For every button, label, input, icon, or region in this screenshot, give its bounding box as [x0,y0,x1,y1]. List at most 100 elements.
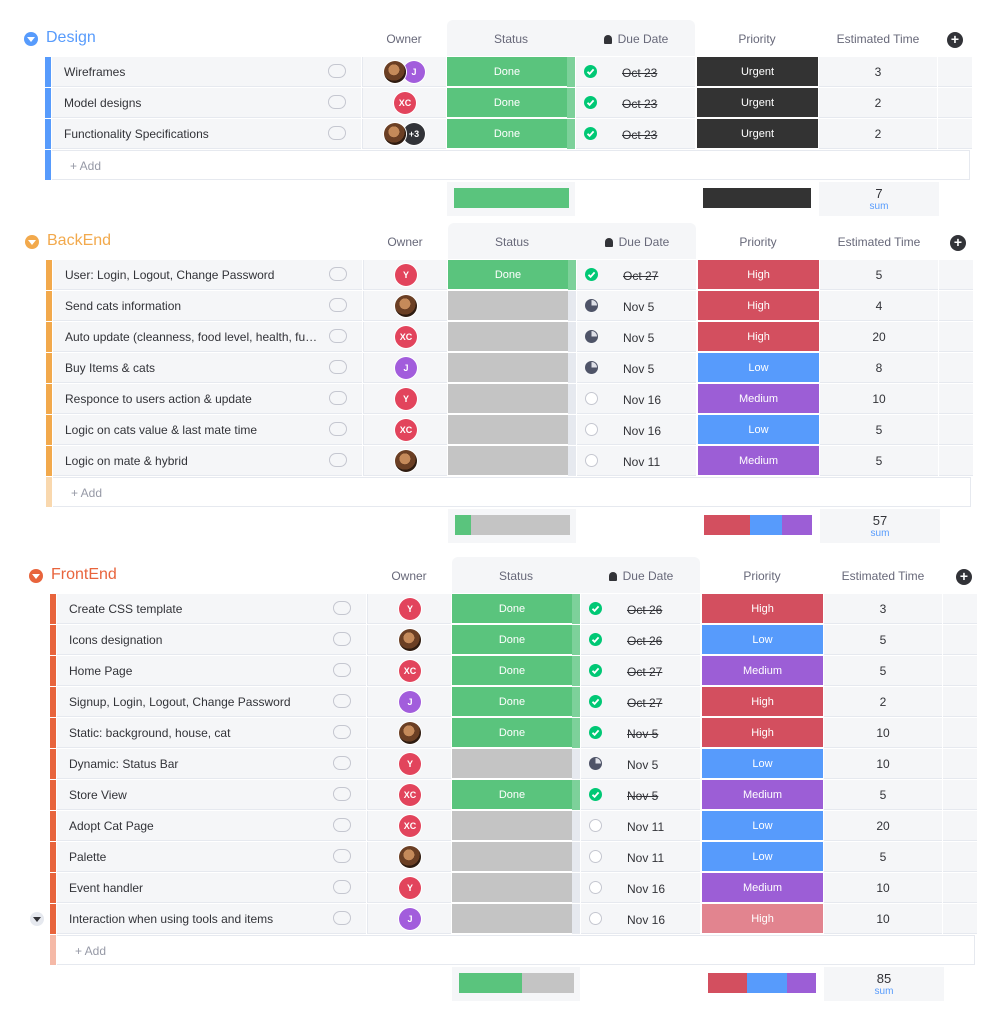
item-name[interactable]: Home Page [69,664,324,678]
item-name[interactable]: Event handler [69,881,324,895]
priority-cell[interactable]: Medium [702,780,823,810]
avatar[interactable]: XC [395,419,417,441]
due-date-text[interactable]: Nov 5 [627,727,658,741]
estimated-time-cell[interactable]: 5 [824,780,942,810]
estimated-time-cell[interactable]: 4 [820,291,938,321]
item-name[interactable]: Dynamic: Status Bar [69,757,324,771]
table-row[interactable]: Signup, Login, Logout, Change Password J D… [0,687,1000,717]
due-date-text[interactable]: Oct 23 [622,97,657,111]
item-name[interactable]: Interaction when using tools and items [69,912,324,926]
table-row[interactable]: Home Page XC Done Oct 27 Medium 5 [0,656,1000,686]
due-date-text[interactable]: Oct 26 [627,603,662,617]
owner-cell[interactable]: XC [367,656,451,686]
add-item-cell[interactable]: + Add [57,935,975,965]
group-title[interactable]: FrontEnd [51,566,117,584]
estimated-time-cell[interactable]: 5 [824,656,942,686]
due-date-cell[interactable]: Oct 27 [581,656,700,686]
status-cell[interactable]: Done [448,260,568,290]
priority-cell[interactable]: High [698,260,819,290]
comment-bubble-icon[interactable] [328,126,346,140]
item-name-cell[interactable]: Event handler [57,873,366,903]
avatar[interactable]: Y [399,598,421,620]
status-cell[interactable] [448,322,568,352]
table-row[interactable]: Logic on mate & hybrid Nov 11 Medium 5 [0,446,1000,476]
item-name[interactable]: Wireframes [64,65,319,79]
status-cell[interactable]: Done [447,57,567,87]
owner-cell[interactable]: XC [362,88,446,118]
owner-cell[interactable]: XC [367,811,451,841]
table-row[interactable]: Functionality Specifications +3 Done Oct 23… [0,119,1000,149]
table-row[interactable]: Icons designation Done Oct 26 Low 5 [0,625,1000,655]
item-name-cell[interactable]: Icons designation [57,625,366,655]
estimated-time-cell[interactable]: 20 [820,322,938,352]
due-date-text[interactable]: Oct 27 [623,269,658,283]
priority-cell[interactable]: Low [698,415,819,445]
status-cell[interactable] [452,749,572,779]
avatar-photo[interactable] [395,295,417,317]
item-name-cell[interactable]: Palette [57,842,366,872]
owner-cell[interactable]: J [367,904,451,934]
estimated-time-cell[interactable]: 5 [820,446,938,476]
priority-cell[interactable]: High [698,322,819,352]
estimated-time-cell[interactable]: 10 [824,718,942,748]
add-column-icon[interactable]: + [956,569,972,585]
item-name-cell[interactable]: Interaction when using tools and items [57,904,366,934]
item-name[interactable]: Signup, Login, Logout, Change Password [69,695,324,709]
avatar[interactable]: XC [395,326,417,348]
table-row[interactable]: Auto update (cleanness, food level, heal… [0,322,1000,352]
avatar[interactable]: +3 [403,123,425,145]
item-name[interactable]: Logic on cats value & last mate time [65,423,320,437]
owner-cell[interactable] [367,625,451,655]
table-row[interactable]: Interaction when using tools and items J N… [0,904,1000,934]
due-date-text[interactable]: Nov 16 [627,882,665,896]
comment-bubble-icon[interactable] [329,267,347,281]
item-name[interactable]: User: Login, Logout, Change Password [65,268,320,282]
due-date-text[interactable]: Nov 5 [627,758,658,772]
priority-cell[interactable]: Low [698,353,819,383]
owner-cell[interactable]: Y [363,384,447,414]
due-date-text[interactable]: Oct 23 [622,66,657,80]
priority-cell[interactable]: Urgent [697,88,818,118]
due-date-cell[interactable]: Nov 11 [581,811,700,841]
priority-cell[interactable]: Medium [702,656,823,686]
item-name-cell[interactable]: Logic on mate & hybrid [53,446,362,476]
comment-bubble-icon[interactable] [333,818,351,832]
item-name[interactable]: Auto update (cleanness, food level, heal… [65,330,320,344]
status-cell[interactable] [452,811,572,841]
item-name[interactable]: Adopt Cat Page [69,819,324,833]
estimated-time-cell[interactable]: 10 [824,749,942,779]
priority-cell[interactable]: Medium [702,873,823,903]
column-header-due-date[interactable]: Due Date [583,569,699,583]
add-item-label[interactable]: + Add [70,159,101,173]
estimated-time-cell[interactable]: 2 [819,119,937,149]
priority-cell[interactable]: Urgent [697,119,818,149]
column-header-owner[interactable]: Owner [364,32,444,46]
column-header-status[interactable]: Status [453,569,579,583]
comment-bubble-icon[interactable] [329,453,347,467]
avatar[interactable]: XC [399,660,421,682]
avatar[interactable]: Y [395,264,417,286]
comment-bubble-icon[interactable] [333,601,351,615]
avatar[interactable]: XC [394,92,416,114]
item-name-cell[interactable]: Signup, Login, Logout, Change Password [57,687,366,717]
due-date-cell[interactable]: Nov 11 [581,842,700,872]
due-date-cell[interactable]: Oct 23 [576,119,695,149]
avatar-photo[interactable] [399,722,421,744]
owner-cell[interactable] [367,718,451,748]
comment-bubble-icon[interactable] [329,329,347,343]
column-header-estimated-time[interactable]: Estimated Time [818,32,938,46]
due-date-cell[interactable]: Nov 16 [581,904,700,934]
due-date-cell[interactable]: Nov 16 [577,384,696,414]
item-name[interactable]: Create CSS template [69,602,324,616]
item-name[interactable]: Send cats information [65,299,320,313]
status-cell[interactable] [448,384,568,414]
item-name[interactable]: Functionality Specifications [64,127,319,141]
due-date-cell[interactable]: Nov 5 [577,353,696,383]
add-item-cell[interactable]: + Add [53,477,971,507]
avatar[interactable]: J [403,61,425,83]
due-date-cell[interactable]: Oct 27 [577,260,696,290]
item-name[interactable]: Buy Items & cats [65,361,320,375]
priority-cell[interactable]: High [702,687,823,717]
item-name-cell[interactable]: Create CSS template [57,594,366,624]
due-date-cell[interactable]: Nov 11 [577,446,696,476]
